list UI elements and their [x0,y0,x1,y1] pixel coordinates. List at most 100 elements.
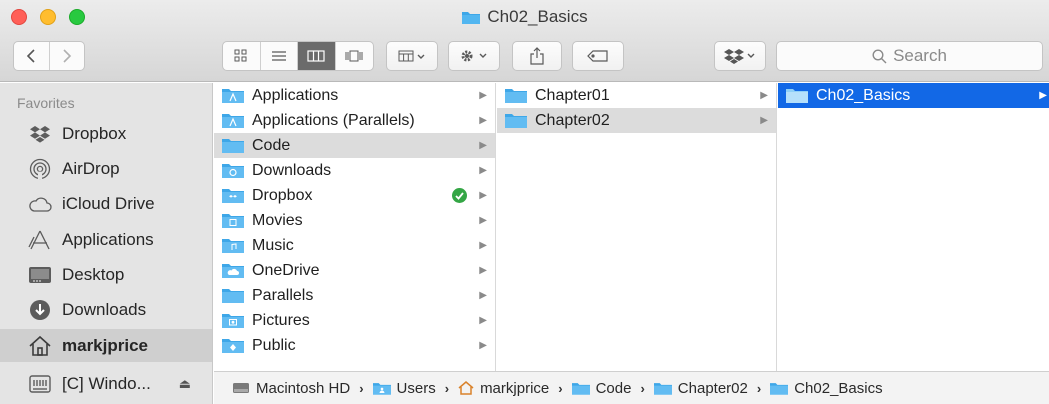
sidebar-item-label: Downloads [62,299,147,319]
chevron-right-icon: ▶ [1039,90,1047,101]
share-button[interactable] [512,41,562,71]
dropbox-folder-icon [222,189,244,203]
sidebar-item-dropbox[interactable]: Dropbox [0,117,212,150]
action-button[interactable] [448,41,500,71]
sidebar: Favorites Dropbox AirDrop iCloud Drive A… [0,83,213,404]
breadcrumb-separator: › [756,380,762,396]
breadcrumb-item[interactable]: Ch02_Basics [770,380,883,397]
music-folder-icon [222,239,244,253]
breadcrumb-label: Code [595,379,632,397]
search-field[interactable]: Search [776,41,1043,71]
sidebar-heading: Favorites [17,95,75,111]
public-folder-icon [222,339,244,353]
sidebar-item-icloud-drive[interactable]: iCloud Drive [0,187,212,220]
list-item[interactable]: Dropbox ▶ [214,183,495,208]
folder-icon [653,382,672,395]
list-item[interactable]: Applications ▶ [214,83,495,108]
finder-window: Ch02_Basics Search Favorites Dropbox Air… [0,0,1049,404]
downloads-folder-icon [222,164,244,178]
desktop-icon [27,266,53,284]
chevron-right-icon: ▶ [479,190,487,201]
item-label: Pictures [252,311,310,329]
home-icon [27,335,53,357]
list-item[interactable]: Downloads ▶ [214,158,495,183]
applications-icon [27,229,53,251]
item-label: OneDrive [252,261,320,279]
breadcrumb-separator: › [359,380,364,396]
list-item[interactable]: Applications (Parallels) ▶ [214,108,495,133]
column-view-button[interactable] [298,42,336,70]
breadcrumb-item[interactable]: Users [372,380,436,397]
list-item[interactable]: Movies ▶ [214,208,495,233]
sidebar-item-label: markjprice [62,335,148,355]
list-item[interactable]: Chapter02 ▶ [497,108,776,133]
list-item[interactable]: Public ▶ [214,333,495,358]
item-label: Downloads [252,161,332,179]
folder-icon [786,89,808,103]
folder-icon [505,114,527,128]
forward-button[interactable] [50,42,85,70]
folder-icon [770,382,789,395]
chevron-right-icon: ▶ [479,265,487,276]
sidebar-item-windows-disk[interactable]: [C] Windo... ⏏ [0,367,212,400]
sidebar-item-label: [C] Windo... [62,373,151,393]
breadcrumb-separator: › [640,380,645,396]
folder-icon [222,289,244,303]
sidebar-item-applications[interactable]: Applications [0,223,212,256]
list-item[interactable]: OneDrive ▶ [214,258,495,283]
item-label: Chapter01 [535,86,610,104]
breadcrumb-item[interactable]: Chapter02 [653,379,748,397]
breadcrumb-label: Chapter02 [677,379,748,397]
back-button[interactable] [14,42,50,70]
chevron-right-icon: ▶ [479,215,487,226]
arrange-button[interactable] [386,41,438,71]
hard-disk-icon [232,381,250,395]
breadcrumb-label: Macintosh HD [256,379,351,397]
eject-icon[interactable]: ⏏ [179,376,191,392]
list-item[interactable]: Chapter01 ▶ [497,83,776,108]
search-placeholder: Search [893,46,947,65]
list-item[interactable]: Music ▶ [214,233,495,258]
sidebar-item-markjprice[interactable]: markjprice [0,329,212,362]
disk-icon [27,374,53,394]
dropbox-icon [27,125,53,143]
sidebar-item-downloads[interactable]: Downloads [0,293,212,326]
item-label: Code [252,136,291,154]
cover-flow-button[interactable] [336,42,373,70]
item-label: Applications (Parallels) [252,111,415,129]
breadcrumb-item[interactable]: markjprice [458,380,549,397]
item-label: Public [252,336,296,354]
pictures-folder-icon [222,314,244,328]
item-label: Movies [252,211,303,229]
list-view-button[interactable] [261,42,298,70]
dropbox-menu-button[interactable] [714,41,766,71]
column-3: Ch02_Basics ▶ [778,83,1049,371]
sidebar-item-label: Applications [62,229,154,249]
sidebar-item-airdrop[interactable]: AirDrop [0,152,212,185]
icon-view-button[interactable] [223,42,261,70]
item-label: Dropbox [252,186,313,204]
list-item[interactable]: Ch02_Basics ▶ [778,83,1049,108]
tag-button[interactable] [572,41,624,71]
list-item[interactable]: Code ▶ [214,133,495,158]
users-folder-icon [372,382,391,395]
sidebar-item-desktop[interactable]: Desktop [0,258,212,291]
chevron-right-icon: ▶ [479,240,487,251]
sidebar-item-label: iCloud Drive [62,193,155,213]
home-icon [458,381,474,395]
column-1: Applications ▶ Applications (Parallels) … [214,83,496,371]
applications-folder-icon [222,89,244,103]
chevron-right-icon: ▶ [479,140,487,151]
list-item[interactable]: Pictures ▶ [214,308,495,333]
sidebar-item-label: AirDrop [62,158,120,178]
breadcrumb-item[interactable]: Code [571,379,632,397]
nav-buttons [13,41,85,71]
path-bar: Macintosh HD › Users › markjprice › Code… [214,371,1049,404]
applications-folder-icon [222,114,244,128]
breadcrumb-item[interactable]: Macintosh HD [232,380,350,397]
column-2: Chapter01 ▶ Chapter02 ▶ [497,83,777,371]
folder-icon [222,139,244,153]
airdrop-icon [27,158,53,180]
search-icon [872,48,887,63]
list-item[interactable]: Parallels ▶ [214,283,495,308]
